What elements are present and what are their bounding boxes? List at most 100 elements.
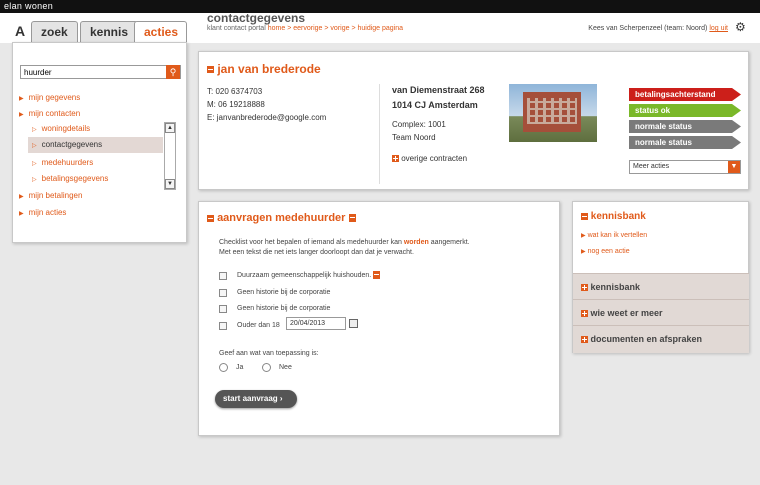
user-info: Kees van Scherpenzeel (team: Noord) log … bbox=[588, 25, 728, 32]
check-label-text: Duurzaam gemeenschappelijk huishouden. bbox=[237, 272, 372, 279]
collapse-icon[interactable] bbox=[207, 214, 214, 222]
radio-ja[interactable] bbox=[219, 363, 228, 372]
sidebar-item-label: mijn acties bbox=[28, 208, 67, 217]
request-title-text: aanvragen medehuurder bbox=[217, 212, 346, 224]
page-title: contactgegevens bbox=[207, 11, 306, 25]
sidebar-item-mijn-gegevens[interactable]: ▶ mijn gegevens bbox=[19, 93, 80, 102]
contact-city: 1014 CJ Amsterdam bbox=[392, 100, 478, 110]
info-icon[interactable] bbox=[348, 214, 356, 223]
sidebar-subitem-medehuurders[interactable]: ▷ medehuurders bbox=[28, 156, 163, 170]
radio-nee[interactable] bbox=[262, 363, 271, 372]
radio-ja-label: Ja bbox=[236, 364, 244, 371]
breadcrumb-sep: > bbox=[287, 25, 292, 32]
accordion-label: kennisbank bbox=[590, 282, 641, 292]
scroll-down-icon[interactable]: ▼ bbox=[165, 179, 175, 189]
other-contracts-link[interactable]: overige contracten bbox=[392, 152, 467, 165]
kennisbank-title: kennisbank bbox=[581, 211, 646, 222]
intro-text-2: Met een tekst die net iets langer doorlo… bbox=[219, 249, 414, 256]
radio-nee-label: Nee bbox=[279, 364, 292, 371]
question-label: Geef aan wat van toepassing is: bbox=[219, 350, 319, 357]
sidebar-subitem-woningdetails[interactable]: ▷ woningdetails bbox=[28, 122, 163, 136]
sidebar-item-label: mijn betalingen bbox=[28, 191, 83, 200]
sidebar-scrollbar[interactable]: ▲ ▼ bbox=[164, 122, 176, 190]
breadcrumb-vorige[interactable]: vorige bbox=[330, 25, 349, 32]
checkbox[interactable] bbox=[219, 322, 227, 330]
accordion-label: documenten en afspraken bbox=[590, 334, 703, 344]
gear-icon[interactable]: ⚙ bbox=[735, 21, 747, 33]
kennisbank-title-text: kennisbank bbox=[590, 211, 646, 222]
status-badge: betalingsachterstand bbox=[629, 88, 741, 101]
request-intro: Checklist voor het bepalen of iemand als… bbox=[219, 238, 549, 258]
chevron-down-icon[interactable]: ▼ bbox=[728, 161, 740, 173]
start-request-label: start aanvraag bbox=[223, 394, 278, 403]
accordion-wie-weet-er-meer[interactable]: wie weet er meer bbox=[573, 299, 749, 325]
kb-link-label: wat kan ik vertellen bbox=[587, 232, 648, 239]
actions-select-value: Meer acties bbox=[633, 163, 670, 170]
house-photo bbox=[509, 84, 597, 142]
tab-acties[interactable]: acties bbox=[134, 21, 187, 43]
status-badge: normale status bbox=[629, 136, 741, 149]
sidebar: ⚲ ▶mijn gegevens ▶mijn contacten ▷woning… bbox=[12, 42, 187, 243]
contact-email: E: janvanbrederode@google.com bbox=[207, 113, 327, 122]
calendar-icon[interactable] bbox=[349, 319, 358, 328]
plus-icon bbox=[581, 310, 588, 318]
user-name: Kees van Scherpenzeel (team: Noord) bbox=[588, 25, 708, 32]
start-request-button[interactable]: start aanvraag › bbox=[215, 390, 297, 408]
plus-icon bbox=[581, 284, 588, 292]
sidebar-item-label: woningdetails bbox=[41, 124, 91, 133]
contact-mobile: M: 06 19218888 bbox=[207, 100, 265, 109]
divider bbox=[379, 84, 380, 184]
kb-link[interactable]: ▶ wat kan ik vertellen bbox=[581, 232, 647, 239]
collapse-icon[interactable] bbox=[581, 212, 588, 220]
status-badge: status ok bbox=[629, 104, 741, 117]
contact-team: Team Noord bbox=[392, 133, 436, 142]
contact-panel: jan van brederode T: 020 6374703 M: 06 1… bbox=[198, 51, 749, 190]
checkbox[interactable] bbox=[219, 289, 227, 297]
search-icon[interactable]: ⚲ bbox=[166, 65, 180, 79]
sidebar-item-label: medehuurders bbox=[41, 158, 94, 167]
sidebar-item-mijn-betalingen[interactable]: ▶ mijn betalingen bbox=[19, 191, 82, 200]
sidebar-item-label: mijn gegevens bbox=[28, 93, 81, 102]
intro-text: Checklist voor het bepalen of iemand als… bbox=[219, 239, 402, 246]
contact-name-text: jan van brederode bbox=[217, 62, 321, 76]
breadcrumb-eervorige[interactable]: eervorige bbox=[293, 25, 322, 32]
checkbox[interactable] bbox=[219, 305, 227, 313]
request-title: aanvragen medehuurder bbox=[207, 212, 356, 224]
request-panel: aanvragen medehuurder Checklist voor het… bbox=[198, 201, 560, 436]
intro-emphasis: worden bbox=[403, 239, 429, 246]
accordion-label: wie weet er meer bbox=[590, 308, 663, 318]
breadcrumb-home[interactable]: home bbox=[268, 25, 286, 32]
sidebar-item-mijn-contacten[interactable]: ▶ mijn contacten bbox=[19, 109, 80, 118]
status-badge: normale status bbox=[629, 120, 741, 133]
intro-text-end: aangemerkt. bbox=[430, 239, 470, 246]
scroll-up-icon[interactable]: ▲ bbox=[165, 123, 175, 133]
sidebar-subitem-contactgegevens[interactable]: ▷ contactgegevens bbox=[28, 137, 163, 153]
kb-link[interactable]: ▶ nog een actie bbox=[581, 248, 630, 255]
sidebar-item-mijn-acties[interactable]: ▶ mijn acties bbox=[19, 208, 66, 217]
contact-name: jan van brederode bbox=[207, 62, 321, 76]
plus-icon bbox=[581, 336, 588, 344]
breadcrumb-sep: > bbox=[351, 25, 356, 32]
logout-link[interactable]: log uit bbox=[709, 25, 728, 32]
collapse-icon[interactable] bbox=[207, 66, 214, 74]
contact-street: van Diemenstraat 268 bbox=[392, 85, 485, 95]
brand-name: elan wonen bbox=[4, 1, 54, 11]
info-icon[interactable] bbox=[373, 271, 381, 280]
search-input[interactable] bbox=[20, 65, 181, 79]
actions-select[interactable]: Meer acties ▼ bbox=[629, 160, 741, 174]
sidebar-item-label: mijn contacten bbox=[28, 109, 81, 118]
accordion-kennisbank[interactable]: kennisbank bbox=[573, 273, 749, 299]
date-input[interactable]: 20/04/2013 bbox=[286, 317, 346, 330]
accordion-documenten[interactable]: documenten en afspraken bbox=[573, 325, 749, 353]
sidebar-subitem-betalingsgegevens[interactable]: ▷ betalingsgegevens bbox=[28, 172, 163, 186]
kb-link-label: nog een actie bbox=[587, 248, 630, 255]
breadcrumb-current[interactable]: huidige pagina bbox=[358, 25, 404, 32]
tab-kennis[interactable]: kennis bbox=[80, 21, 139, 42]
checkbox[interactable] bbox=[219, 272, 227, 280]
tab-zoek[interactable]: zoek bbox=[31, 21, 78, 42]
sidebar-item-label: betalingsgegevens bbox=[41, 174, 109, 183]
contact-phone: T: 020 6374703 bbox=[207, 87, 263, 96]
top-bar: elan wonen bbox=[0, 0, 760, 13]
check-label: Ouder dan 18 bbox=[237, 322, 280, 329]
breadcrumb-sep: > bbox=[324, 25, 329, 32]
